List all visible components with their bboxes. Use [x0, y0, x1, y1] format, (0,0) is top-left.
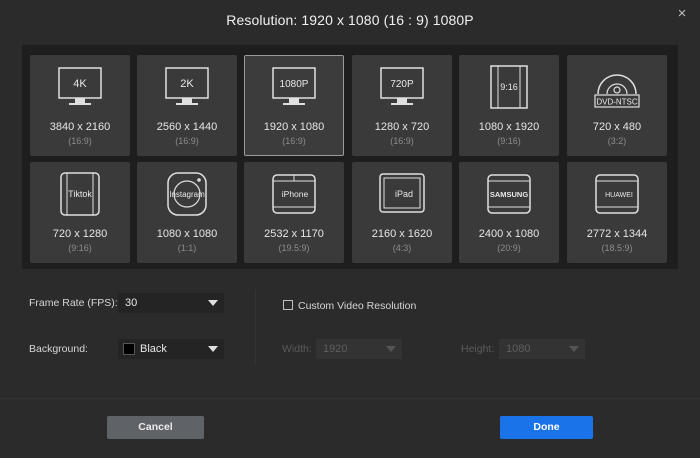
monitor-icon: 2K — [138, 64, 236, 110]
preset-icon-label: iPhone — [282, 189, 309, 199]
background-select[interactable]: Black — [118, 339, 224, 359]
preset-dims: 1080 x 1080 — [156, 228, 218, 240]
close-icon[interactable]: × — [674, 6, 690, 22]
preset-dims: 2160 x 1620 — [371, 228, 433, 240]
preset-ratio: (16:9) — [282, 136, 306, 146]
disc-icon: DVD-NTSC — [568, 64, 666, 110]
preset-icon-label: HUAWEI — [605, 192, 633, 199]
chevron-down-icon — [208, 346, 218, 352]
frame-rate-select[interactable]: 30 — [118, 293, 224, 313]
preset-ratio: (9:16) — [68, 243, 92, 253]
preset-dims: 2772 x 1344 — [586, 228, 648, 240]
preset-icon-label: iPad — [395, 189, 413, 199]
preset-icon-label: 2K — [180, 78, 194, 90]
background-value: Black — [140, 343, 167, 355]
preset-dims: 2560 x 1440 — [156, 121, 218, 133]
preset-icon-label: Tiktok — [68, 189, 92, 199]
height-label: Height: — [461, 343, 495, 355]
preset-tile-ipad[interactable]: iPad 2160 x 1620 (4:3) — [352, 162, 452, 263]
preset-ratio: (16:9) — [390, 136, 414, 146]
preset-dims: 720 x 1280 — [52, 228, 108, 240]
preset-dims: 2400 x 1080 — [478, 228, 540, 240]
phone-icon: SAMSUNG — [460, 171, 558, 217]
preset-icon-label: Instagram — [169, 190, 205, 199]
vertical-frame-icon: 9:16 — [460, 64, 558, 110]
preset-ratio: (4:3) — [392, 243, 412, 253]
phone-icon: iPhone — [245, 171, 343, 217]
preset-icon-label: 720P — [390, 79, 414, 90]
instagram-icon: Instagram — [138, 171, 236, 217]
done-button[interactable]: Done — [500, 416, 593, 439]
preset-dims: 3840 x 2160 — [49, 121, 111, 133]
preset-grid: 4K 3840 x 2160 (16:9) 2K 2560 x 1440 (16… — [22, 45, 678, 269]
preset-ratio: (9:16) — [497, 136, 521, 146]
preset-tile-samsung[interactable]: SAMSUNG 2400 x 1080 (20:9) — [459, 162, 559, 263]
preset-icon-label: 1080P — [280, 79, 309, 90]
preset-dims: 1080 x 1920 — [478, 121, 540, 133]
preset-dims: 1280 x 720 — [374, 121, 430, 133]
height-select[interactable]: 1080 — [499, 339, 585, 359]
width-select[interactable]: 1920 — [316, 339, 402, 359]
preset-icon-label: 9:16 — [500, 82, 518, 92]
preset-tile-tiktok[interactable]: Tiktok 720 x 1280 (9:16) — [30, 162, 130, 263]
preset-tile-2k[interactable]: 2K 2560 x 1440 (16:9) — [137, 55, 237, 156]
preset-ratio: (19.5:9) — [278, 243, 310, 253]
cancel-button[interactable]: Cancel — [107, 416, 204, 439]
chevron-down-icon — [386, 346, 396, 352]
preset-dims: 1920 x 1080 — [263, 121, 325, 133]
preset-tile-1080p[interactable]: 1080P 1920 x 1080 (16:9) — [244, 55, 344, 156]
dialog-title: Resolution: 1920 x 1080 (16 : 9) 1080P — [226, 12, 474, 28]
preset-ratio: (3:2) — [607, 136, 627, 146]
monitor-icon: 1080P — [245, 64, 343, 110]
preset-tile-4k[interactable]: 4K 3840 x 2160 (16:9) — [30, 55, 130, 156]
preset-tile-instagram[interactable]: Instagram 1080 x 1080 (1:1) — [137, 162, 237, 263]
preset-ratio: (20:9) — [497, 243, 521, 253]
preset-ratio: (18.5:9) — [601, 243, 633, 253]
frame-rate-label: Frame Rate (FPS): — [29, 297, 118, 309]
width-value: 1920 — [323, 343, 348, 355]
preset-tile-720p[interactable]: 720P 1280 x 720 (16:9) — [352, 55, 452, 156]
monitor-icon: 4K — [31, 64, 129, 110]
monitor-icon: 720P — [353, 64, 451, 110]
frame-rate-value: 30 — [125, 297, 138, 309]
custom-resolution-label[interactable]: Custom Video Resolution — [298, 300, 416, 312]
preset-ratio: (16:9) — [68, 136, 92, 146]
preset-dims: 720 x 480 — [592, 121, 642, 133]
preset-ratio: (16:9) — [175, 136, 199, 146]
preset-tile-9-16[interactable]: 9:16 1080 x 1920 (9:16) — [459, 55, 559, 156]
preset-icon-label: DVD-NTSC — [596, 98, 638, 107]
tablet-icon: iPad — [353, 171, 451, 217]
chevron-down-icon — [208, 300, 218, 306]
preset-icon-label: SAMSUNG — [490, 190, 529, 199]
custom-resolution-checkbox[interactable] — [283, 300, 293, 310]
footer-divider — [0, 398, 700, 399]
settings-divider — [255, 290, 256, 365]
preset-ratio: (1:1) — [177, 243, 197, 253]
preset-icon-label: 4K — [73, 78, 87, 90]
color-swatch — [123, 343, 135, 355]
height-value: 1080 — [506, 343, 531, 355]
chevron-down-icon — [569, 346, 579, 352]
preset-tile-iphone[interactable]: iPhone 2532 x 1170 (19.5:9) — [244, 162, 344, 263]
background-label: Background: — [29, 343, 88, 355]
preset-tile-huawei[interactable]: HUAWEI 2772 x 1344 (18.5:9) — [567, 162, 667, 263]
preset-tile-dvd-ntsc[interactable]: DVD-NTSC 720 x 480 (3:2) — [567, 55, 667, 156]
phone-icon: Tiktok — [31, 171, 129, 217]
width-label: Width: — [282, 343, 312, 355]
phone-icon: HUAWEI — [568, 171, 666, 217]
preset-dims: 2532 x 1170 — [264, 228, 324, 240]
